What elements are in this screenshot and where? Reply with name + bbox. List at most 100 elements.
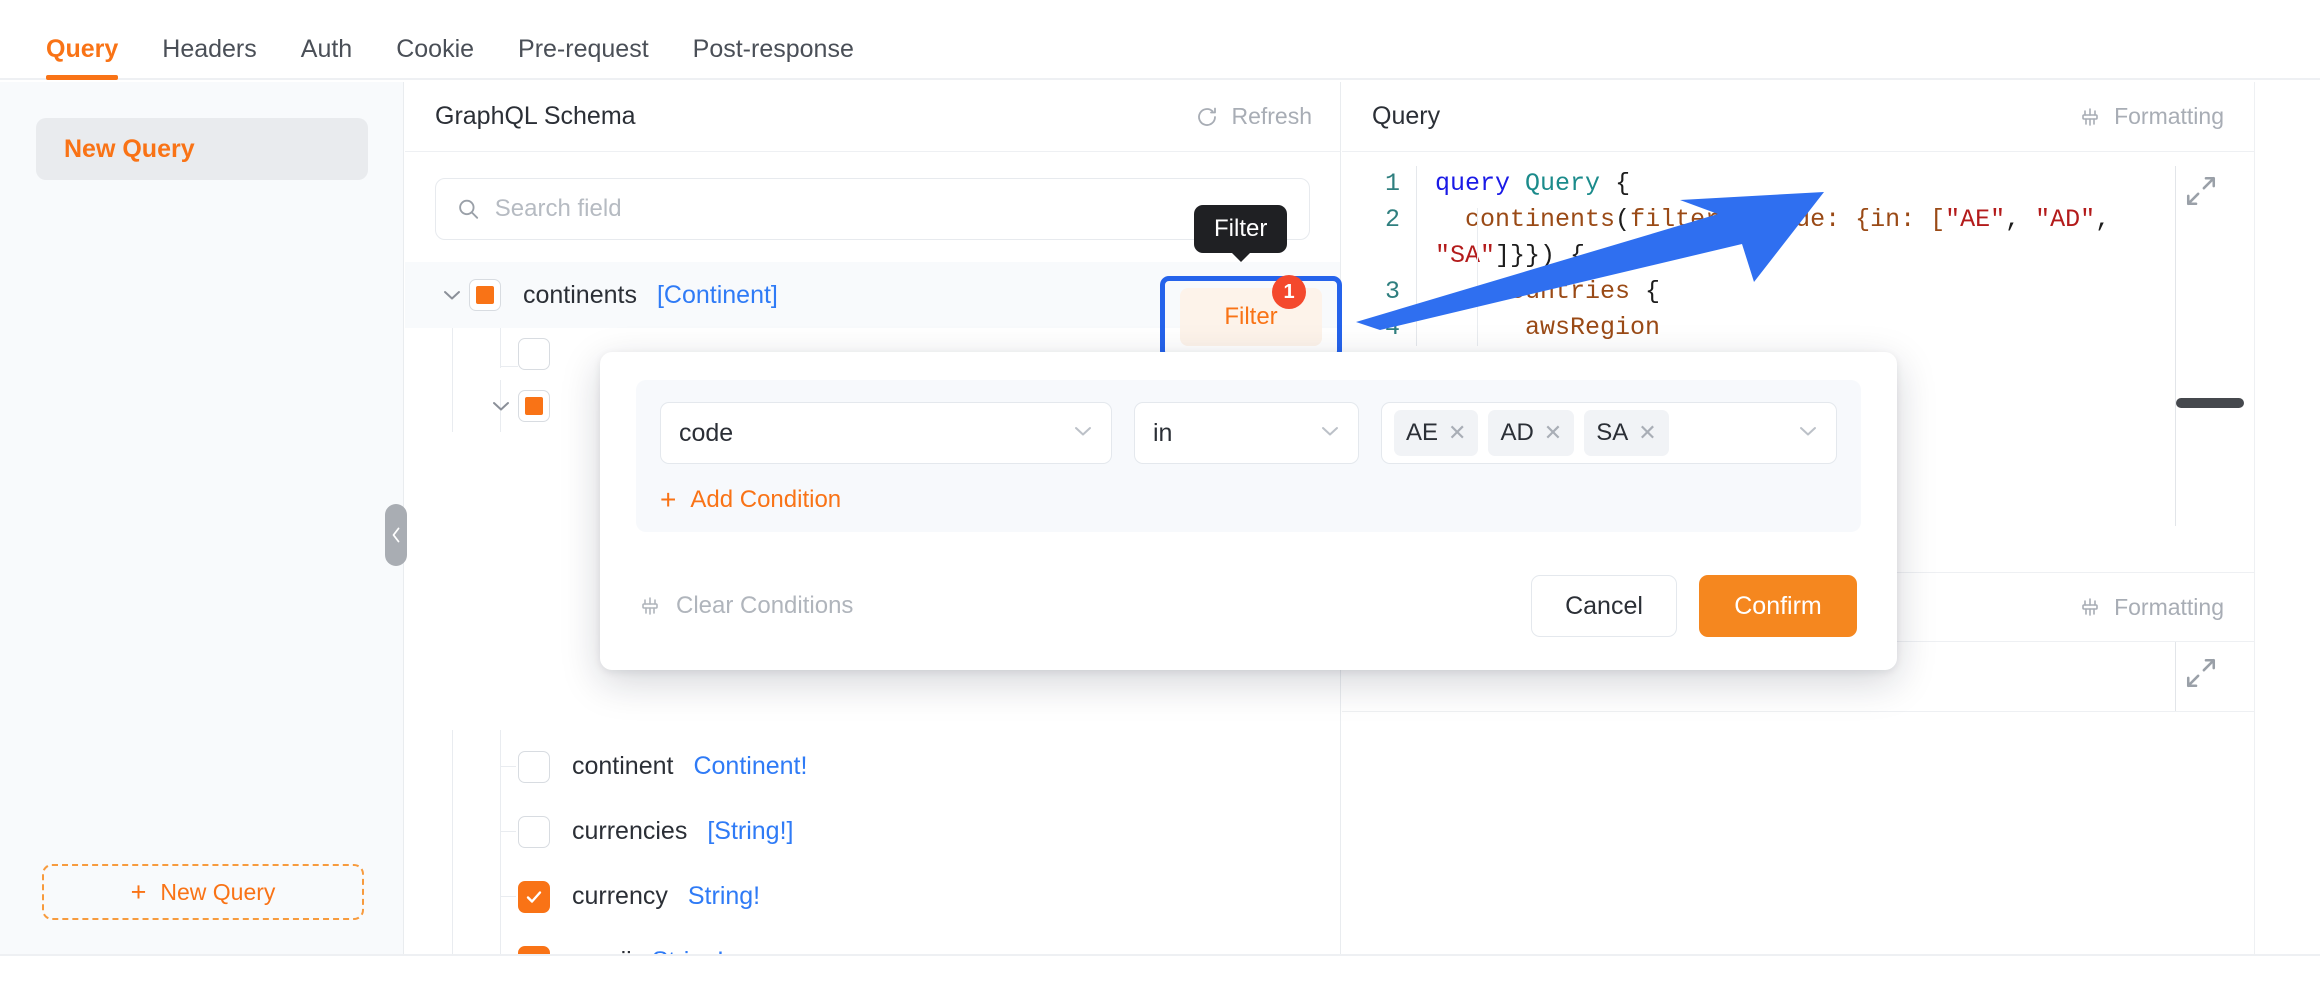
tab-auth[interactable]: Auth: [279, 37, 374, 78]
filter-tooltip-label: Filter: [1214, 215, 1268, 242]
tab-post-response[interactable]: Post-response: [671, 37, 876, 78]
check-icon: [526, 890, 542, 903]
checkbox-emoji[interactable]: [518, 945, 550, 954]
tab-cookie[interactable]: Cookie: [374, 37, 496, 78]
tab-query[interactable]: Query: [24, 37, 140, 80]
confirm-button[interactable]: Confirm: [1699, 575, 1857, 637]
cancel-button[interactable]: Cancel: [1531, 575, 1677, 637]
value-chip[interactable]: AD ✕: [1488, 410, 1575, 456]
condition-operator-select[interactable]: in: [1134, 402, 1359, 464]
line-number: 1: [1384, 169, 1400, 198]
refresh-button[interactable]: Refresh: [1195, 103, 1312, 130]
clear-conditions-label: Clear Conditions: [676, 592, 854, 619]
field-type: [Continent]: [656, 280, 778, 309]
checkbox-continent[interactable]: [518, 750, 550, 783]
tab-cookie-label: Cookie: [396, 35, 475, 63]
close-icon[interactable]: ✕: [1448, 420, 1466, 446]
line-number: 2: [1384, 205, 1400, 234]
editor-divider: [2175, 166, 2176, 526]
add-condition-button[interactable]: + Add Condition: [660, 486, 1837, 514]
query-sidebar: New Query + New Query: [0, 82, 404, 954]
code-line-2: continents(filter: {code: {in: ["AE", "A…: [1435, 202, 2254, 238]
formatting-button[interactable]: Formatting: [2078, 103, 2224, 130]
new-query-button[interactable]: + New Query: [42, 864, 364, 920]
expand-icon[interactable]: [2184, 174, 2218, 208]
code-token-brace-3: {: [1630, 277, 1661, 306]
field-type: [String!]: [707, 817, 794, 845]
code-token-string-ad: "AD": [2035, 205, 2096, 234]
editor2-divider: [2175, 642, 2176, 711]
chevron-down-icon[interactable]: [435, 289, 469, 301]
table-row[interactable]: continent Continent!: [405, 734, 1340, 799]
cancel-button-label: Cancel: [1565, 591, 1643, 620]
code-content[interactable]: query Query { continents(filter: {code: …: [1416, 166, 2254, 346]
sidebar-collapse-handle[interactable]: [385, 504, 407, 566]
tab-pre-request-label: Pre-request: [518, 35, 649, 63]
field-name: currency: [572, 882, 668, 910]
popover-footer: Clear Conditions Cancel Confirm: [600, 560, 1897, 670]
condition-row: code in AE ✕ AD ✕ SA ✕: [660, 402, 1837, 464]
expand-icon[interactable]: [2184, 656, 2218, 690]
field-type: Continent!: [693, 752, 808, 780]
right-rail: [2254, 82, 2320, 954]
code-token-arg: filter:: [1630, 205, 1751, 234]
table-row[interactable]: currency String!: [405, 864, 1340, 929]
code-token-obj: {code: {in: [: [1750, 205, 1946, 234]
condition-field-select[interactable]: code: [660, 402, 1112, 464]
code-token-comma-2: ,: [2095, 205, 2111, 234]
sidebar-item-new-query[interactable]: New Query: [36, 118, 368, 180]
search-input[interactable]: [494, 195, 1289, 223]
table-row[interactable]: currencies [String!]: [405, 799, 1340, 864]
checkbox-currency[interactable]: [518, 880, 550, 913]
value-chip[interactable]: AE ✕: [1394, 410, 1479, 456]
tab-headers-label: Headers: [162, 35, 257, 63]
filter-count-badge: 1: [1272, 275, 1306, 309]
field-name: emoji: [572, 947, 632, 954]
tab-headers[interactable]: Headers: [140, 37, 279, 78]
chevron-down-icon: [1798, 424, 1818, 442]
close-icon[interactable]: ✕: [1544, 420, 1562, 446]
new-query-button-label: New Query: [160, 878, 276, 905]
chevron-down-icon: [1320, 424, 1340, 442]
schema-search-box[interactable]: [435, 178, 1310, 240]
filter-tooltip: Filter: [1194, 205, 1288, 253]
code-token-awsregion: awsRegion: [1525, 313, 1661, 342]
condition-operator-value: in: [1153, 418, 1173, 447]
checkbox-hidden-1[interactable]: [518, 338, 550, 370]
condition-values-select[interactable]: AE ✕ AD ✕ SA ✕: [1381, 402, 1837, 464]
search-icon: [459, 199, 479, 219]
confirm-button-label: Confirm: [1734, 591, 1822, 620]
line-number: 4: [1384, 313, 1400, 342]
refresh-icon: [1198, 107, 1217, 126]
checkbox-currencies[interactable]: [518, 815, 550, 848]
query-panel-title: Query: [1372, 102, 1441, 130]
tab-post-response-label: Post-response: [692, 35, 854, 63]
plus-icon: +: [130, 876, 147, 907]
code-token-brace: {: [1615, 169, 1631, 198]
checkbox-hidden-2[interactable]: [518, 390, 550, 422]
table-row[interactable]: emoji String!: [405, 929, 1340, 954]
formatting-label: Formatting: [2114, 103, 2224, 129]
value-chip[interactable]: SA ✕: [1584, 410, 1669, 456]
conditions-container: code in AE ✕ AD ✕ SA ✕ + Add Condition: [636, 380, 1861, 532]
tab-pre-request[interactable]: Pre-request: [496, 37, 671, 78]
popover-action-buttons: Cancel Confirm: [1531, 575, 1857, 637]
code-line-1: query Query {: [1435, 166, 2254, 202]
sidebar-item-label: New Query: [64, 134, 195, 163]
close-icon[interactable]: ✕: [1638, 420, 1656, 446]
field-name: continent: [572, 752, 674, 780]
code-token-paren: (: [1615, 205, 1631, 234]
code-token-string-ae: "AE": [1945, 205, 2006, 234]
code-token-string-sa: "SA": [1435, 241, 1496, 270]
value-chips: AE ✕ AD ✕ SA ✕: [1394, 410, 1786, 456]
query-panel-header: Query Formatting: [1342, 82, 2254, 152]
clear-conditions-button[interactable]: Clear Conditions: [638, 592, 853, 620]
checkbox-continents[interactable]: [469, 279, 501, 311]
editor-horizontal-scrollbar[interactable]: [2176, 398, 2244, 408]
chevron-down-icon: [1073, 424, 1093, 442]
chevron-down-icon[interactable]: [484, 400, 518, 412]
code-token-close: ]}}) {: [1495, 241, 1586, 270]
formatting-button-2[interactable]: Formatting: [2078, 594, 2224, 621]
refresh-label: Refresh: [1231, 103, 1312, 129]
value-chip-label: AD: [1500, 419, 1534, 446]
